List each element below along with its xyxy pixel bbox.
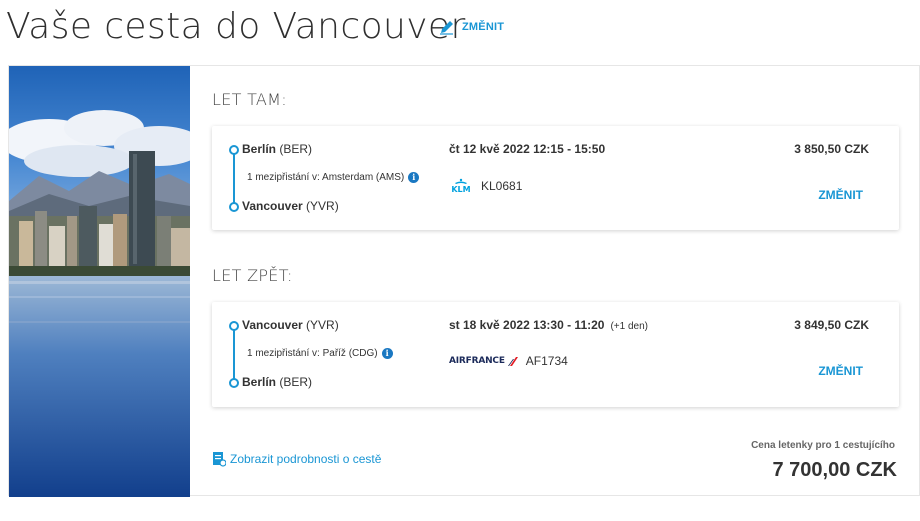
day-offset: (+1 den) (610, 321, 648, 332)
return-destination: Berlín (BER) (242, 375, 313, 389)
outbound-origin: Berlín (BER) (242, 142, 313, 156)
origin-marker-icon (229, 145, 239, 155)
destination-marker-icon (229, 378, 239, 388)
change-outbound-button[interactable]: ZMĚNIT (818, 188, 863, 202)
outbound-price: 3 850,50 CZK (794, 142, 869, 156)
return-price: 3 849,50 CZK (794, 318, 869, 332)
destination-marker-icon (229, 202, 239, 212)
outbound-flight-card: Berlín (BER) 1 mezipřistání v: Amsterdam… (212, 126, 899, 230)
info-icon[interactable]: i (408, 172, 420, 183)
return-flight-card: Vancouver (YVR) 1 mezipřistání v: Paříž … (212, 302, 899, 407)
svg-text:KLM: KLM (451, 185, 470, 194)
total-price-label: Cena letenky pro 1 cestujícího (751, 440, 895, 451)
return-origin: Vancouver (YVR) (242, 318, 339, 332)
trip-details-label: Zobrazit podrobnosti o cestě (230, 452, 382, 466)
edit-trip-button[interactable]: ZMĚNIT (438, 18, 504, 36)
outbound-flight-number: KL0681 (481, 179, 523, 193)
pencil-icon (440, 21, 453, 35)
outbound-airline: KLM KL0681 (449, 178, 522, 194)
outbound-section-title: LET TAM: (212, 90, 287, 109)
return-section-title: LET ZPĚT: (212, 266, 293, 285)
info-icon[interactable]: i (381, 348, 393, 359)
vancouver-city-image (9, 66, 190, 497)
total-price: 7 700,00 CZK (772, 459, 897, 481)
return-stopover: 1 mezipřistání v: Paříž (CDG) i (247, 348, 393, 359)
trip-summary-panel: LET TAM: Berlín (BER) 1 mezipřistání v: … (8, 65, 920, 497)
outbound-stopover: 1 mezipřistání v: Amsterdam (AMS) i (247, 172, 420, 183)
outbound-datetime: čt 12 kvě 2022 12:15 - 15:50 (449, 142, 606, 156)
change-return-button[interactable]: ZMĚNIT (818, 364, 863, 378)
return-airline: AIRFRANCE AF1734 (449, 354, 568, 368)
page-title: Vaše cesta do Vancouver (6, 6, 466, 47)
origin-marker-icon (229, 321, 239, 331)
airfrance-logo-icon: AIRFRANCE (449, 356, 518, 366)
document-icon (213, 452, 226, 467)
trip-details-link[interactable]: Zobrazit podrobnosti o cestě (212, 451, 381, 467)
outbound-destination: Vancouver (YVR) (242, 199, 339, 213)
return-flight-number: AF1734 (525, 354, 568, 368)
klm-logo-icon: KLM (451, 178, 471, 194)
return-datetime: st 18 kvě 2022 13:30 - 11:20 (+1 den) (449, 318, 648, 332)
edit-trip-label: ZMĚNIT (462, 21, 505, 33)
